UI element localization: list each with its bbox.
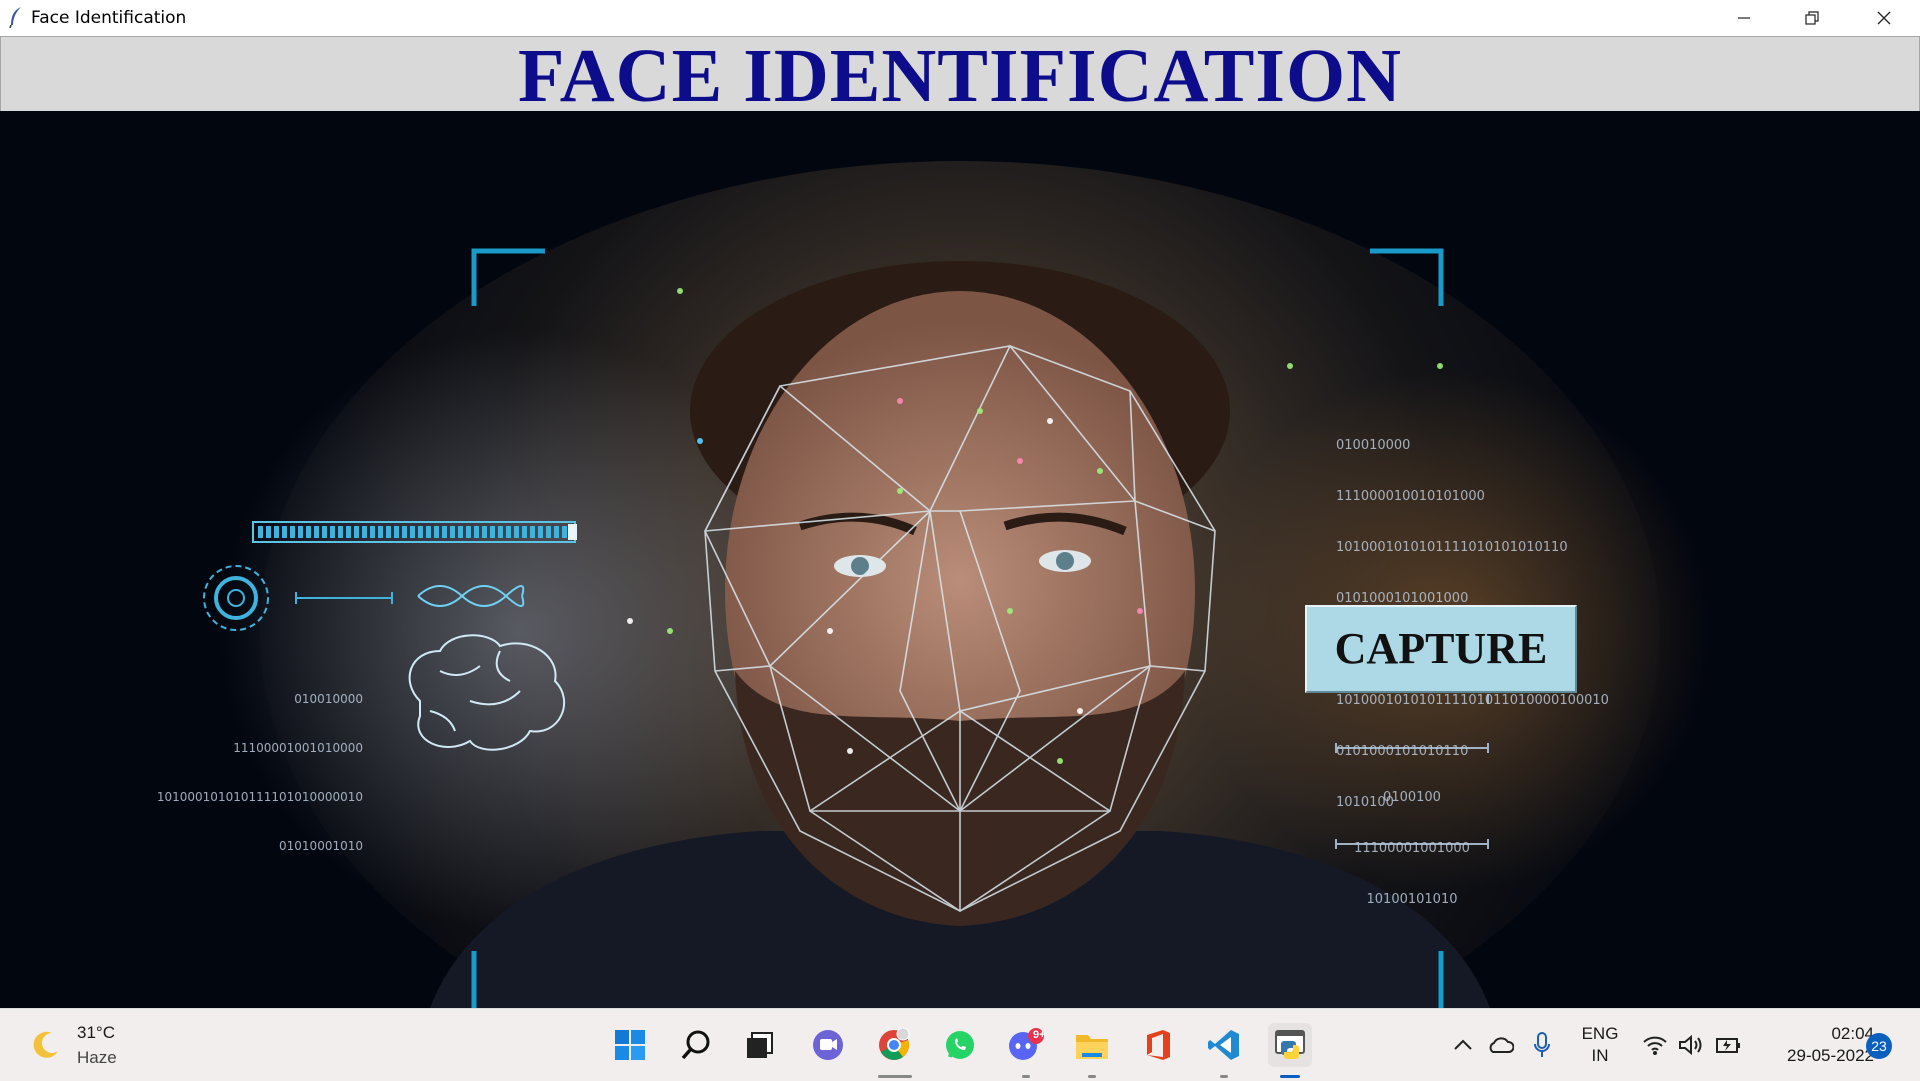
chrome-icon [879,1028,910,1060]
whatsapp-icon [946,1031,974,1059]
search-button[interactable] [674,1023,718,1067]
clock-date: 29-05-2022 [1787,1046,1874,1065]
windows-start-icon [615,1030,645,1060]
face-scan-background: 010010000 11100001001010000 101000101010… [0,111,1920,1008]
office-button[interactable] [1136,1023,1180,1067]
explorer-running-indicator [1088,1075,1096,1078]
wifi-icon [1643,1036,1667,1055]
weather-widget[interactable] [24,1023,68,1067]
page-title: FACE IDENTIFICATION [518,34,1402,118]
vscode-button[interactable] [1202,1023,1246,1067]
whatsapp-button[interactable] [938,1023,982,1067]
binary-line: 1010001010101111010101010110 [1336,540,1568,555]
office-icon [1147,1030,1170,1060]
chrome-button[interactable] [872,1023,916,1067]
teams-chat-icon [813,1030,843,1060]
discord-badge: 9+ [1033,1029,1046,1041]
moon-icon [33,1031,58,1058]
window-titlebar: Face Identification [0,0,1920,36]
discord-running-indicator [1022,1075,1030,1078]
binary-left: 010010000 11100001001010000 101000101010… [145,661,363,885]
task-view-icon [747,1032,773,1058]
chevron-up-icon [1454,1039,1472,1050]
binary-line: 10100101010 [1366,892,1458,907]
file-explorer-icon [1076,1035,1108,1059]
chrome-running-indicator [878,1075,912,1078]
language-code: ENG [1581,1024,1619,1043]
binary-line: 101000101010111101010000010 [156,790,363,804]
teams-chat-button[interactable] [806,1023,850,1067]
cloud-icon [1489,1037,1514,1053]
language-indicator[interactable]: ENG IN [1578,1023,1622,1067]
clock[interactable]: 02:04 29-05-2022 [1754,1023,1874,1067]
speaker-icon [1679,1034,1702,1056]
microphone-button[interactable] [1528,1009,1556,1081]
binary-line: 010010000 [1336,438,1411,453]
vscode-icon [1208,1030,1239,1060]
restore-button[interactable] [1778,0,1846,36]
clock-time: 02:04 [1831,1024,1874,1043]
binary-line: 111000010010101000 [1336,489,1485,504]
file-explorer-button[interactable] [1070,1023,1114,1067]
show-hidden-icons-button[interactable] [1450,1009,1476,1081]
binary-line: 11100001001010000 [233,741,363,755]
feather-icon [9,7,21,28]
capture-button[interactable]: CAPTURE [1305,605,1577,693]
close-button[interactable] [1850,0,1918,36]
battery-charging-icon [1716,1038,1740,1053]
microphone-icon [1534,1032,1550,1057]
restore-icon [1805,11,1819,25]
wifi-status[interactable] [1640,1009,1670,1081]
binary-line: 101000101010111101011010000100010 [1336,693,1609,708]
binary-line: 01010001010 [279,839,363,853]
window-title: Face Identification [31,8,187,28]
onedrive-button[interactable] [1484,1009,1516,1081]
minimize-button[interactable] [1710,0,1778,36]
search-icon [681,1030,710,1060]
start-button[interactable] [608,1023,652,1067]
task-view-button[interactable] [738,1023,782,1067]
binary-line: 010010000 [294,692,363,706]
binary-right-bottom: 0100100 11100001001000 10100101010 [1336,757,1488,940]
volume-status[interactable] [1676,1009,1706,1081]
taskbar: 31°C Haze 9+ ENG IN 02:04 29-05-2022 23 [0,1008,1920,1081]
python-idle-button[interactable] [1268,1023,1312,1067]
weather-temperature: 31°C [77,1023,115,1042]
close-icon [1877,11,1891,25]
python-active-indicator [1280,1075,1300,1078]
binary-line: 11100001001000 [1354,841,1470,856]
binary-line: 0100100 [1383,790,1441,805]
weather-condition: Haze [77,1048,117,1067]
header-bar: FACE IDENTIFICATION [0,34,1920,118]
python-idle-icon [1275,1030,1305,1059]
language-region: IN [1591,1046,1609,1065]
battery-status[interactable] [1712,1009,1744,1081]
discord-button[interactable]: 9+ [1004,1023,1048,1067]
minimize-icon [1738,17,1750,19]
notification-badge[interactable]: 23 [1866,1033,1892,1059]
vscode-running-indicator [1220,1075,1228,1078]
